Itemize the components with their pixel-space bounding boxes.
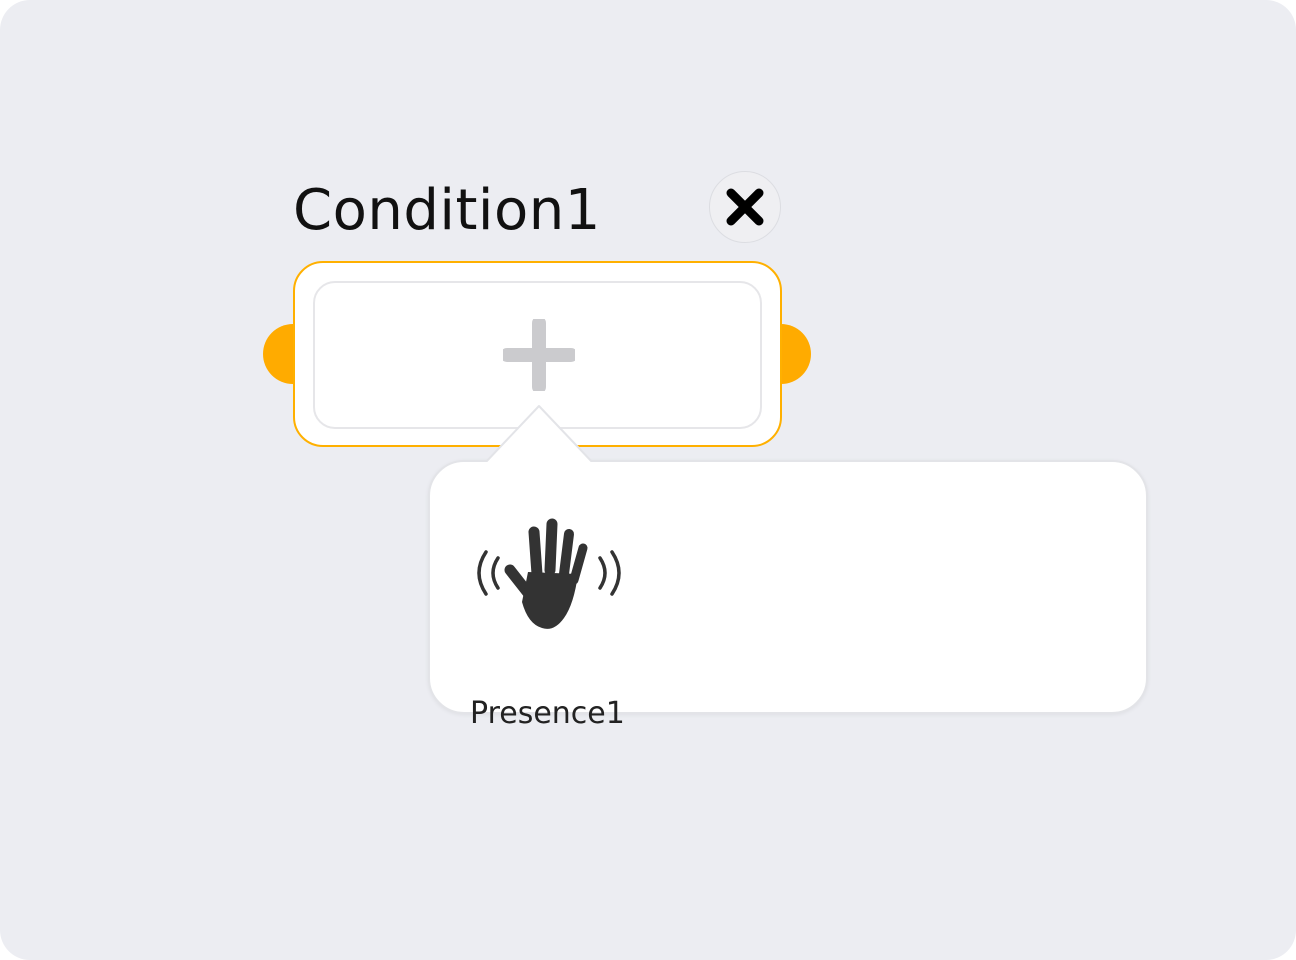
automation-canvas: Condition1 Presence1 [0, 0, 1296, 960]
plus-icon [503, 319, 575, 391]
condition-title: Condition1 [293, 178, 601, 243]
device-item-label: Presence1 [470, 696, 625, 731]
device-picker-popover: Presence1 [428, 460, 1148, 731]
device-item-presence1[interactable]: Presence1 [448, 498, 638, 731]
popover-arrow [484, 405, 594, 466]
delete-condition-button[interactable] [709, 171, 781, 243]
presence-hand-icon [477, 518, 621, 629]
close-icon [726, 188, 764, 226]
